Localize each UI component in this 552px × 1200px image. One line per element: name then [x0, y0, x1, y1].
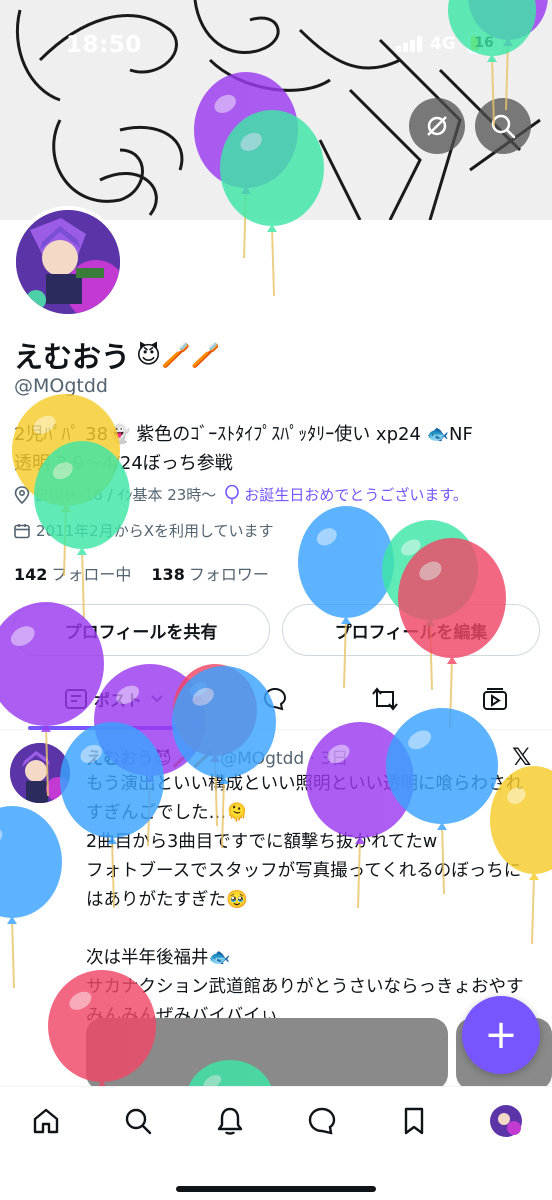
calendar-icon — [14, 523, 30, 538]
profile-avatar-icon — [490, 1105, 522, 1137]
location-pin-icon — [14, 485, 30, 504]
posts-icon — [64, 689, 87, 709]
profile-bio: 2児ﾊﾟﾊﾟ 38👻 紫色のｺﾞｰｽﾄﾀｲﾌﾟｽﾊﾟｯﾀﾘｰ使い xp24 🐟N… — [14, 420, 544, 478]
tab-posts-label: ポスト — [93, 691, 142, 710]
balloon-icon — [225, 484, 240, 504]
followers-count: 138 — [151, 565, 185, 584]
joined-date: 2011年2月からXを利用しています — [14, 520, 274, 541]
bookmark-icon — [404, 1107, 424, 1135]
bio-line-2: 透明 3.9〜4/24ぼっち参戦 — [14, 453, 233, 474]
nav-home[interactable] — [26, 1101, 66, 1141]
display-name: えむおう 😈🪥🪥 — [14, 334, 221, 376]
balloon-icon — [298, 506, 394, 689]
nav-messages[interactable] — [302, 1101, 342, 1141]
search-icon — [125, 1108, 152, 1135]
profile-avatar[interactable] — [12, 206, 124, 318]
followers-label: フォロワー — [188, 565, 269, 584]
post-image-1[interactable] — [86, 1018, 448, 1090]
post-handle-time: @MOgtdd · 3日 — [220, 749, 349, 769]
edit-profile-button[interactable]: プロフィールを編集 — [282, 604, 540, 656]
chat-icon — [263, 687, 287, 711]
user-handle: @MOgtdd — [14, 375, 108, 397]
profile-tabs: ポスト — [0, 668, 552, 730]
nav-notifications[interactable] — [210, 1101, 250, 1141]
follow-stats: 142 フォロー中 138 フォロワー — [14, 561, 269, 585]
post-avatar[interactable] — [10, 743, 70, 803]
nav-search[interactable] — [118, 1101, 158, 1141]
tab-posts[interactable]: ポスト — [28, 668, 200, 730]
tab-videos[interactable] — [470, 668, 520, 730]
search-button[interactable] — [475, 98, 531, 154]
following-label: フォロー中 — [51, 565, 132, 584]
incognito-icon — [427, 116, 447, 136]
nav-profile[interactable] — [486, 1101, 526, 1141]
nav-bookmarks[interactable] — [394, 1101, 434, 1141]
display-name-emojis: 😈🪥🪥 — [136, 341, 221, 369]
status-time: 18:50 — [66, 32, 142, 58]
battery-icon: 16 — [467, 32, 501, 54]
x-logo-icon: 𝕏 — [512, 743, 532, 771]
profile-meta: 日曜休 16 / ｲﾝ基本 23時〜 お誕生日おめでとうございます。 — [14, 484, 468, 505]
tab-reposts[interactable] — [360, 668, 410, 730]
video-icon — [483, 688, 507, 710]
bio-line-1: 2児ﾊﾟﾊﾟ 38👻 紫色のｺﾞｰｽﾄﾀｲﾌﾟｽﾊﾟｯﾀﾘｰ使い xp24 🐟N… — [14, 424, 473, 445]
profile-location: 日曜休 16 / ｲﾝ基本 23時〜 — [34, 486, 217, 504]
followers-link[interactable]: 138 フォロワー — [151, 561, 268, 585]
repost-icon — [372, 687, 398, 711]
following-count: 142 — [14, 565, 48, 584]
post-header: えむおう😈🪥🪥 @MOgtdd · 3日 — [86, 744, 348, 769]
home-indicator — [176, 1186, 376, 1192]
chat-icon — [308, 1107, 336, 1135]
network-type: 4G — [430, 34, 456, 54]
incognito-button[interactable] — [409, 98, 465, 154]
bottom-navigation — [0, 1086, 552, 1200]
joined-text: 2011年2月からXを利用しています — [36, 522, 274, 540]
birthday-text: お誕生日おめでとうございます。 — [244, 486, 468, 504]
share-profile-button[interactable]: プロフィールを共有 — [12, 604, 270, 656]
post-author: えむおう😈🪥🪥 — [86, 749, 215, 769]
display-name-text: えむおう — [14, 340, 131, 374]
signal-icon — [396, 36, 424, 52]
tab-replies[interactable] — [250, 668, 300, 730]
tab-active-indicator — [28, 726, 200, 730]
status-bar: 18:50 4G 16 — [0, 0, 552, 90]
compose-post-button[interactable]: + — [462, 996, 540, 1074]
chevron-down-icon — [151, 695, 163, 703]
post-text[interactable]: もう演出といい構成といい照明といい透明に喰らわされすぎんごでした…🫠 2曲目から… — [86, 770, 538, 1031]
home-icon — [33, 1108, 59, 1134]
search-icon — [491, 114, 516, 139]
battery-level: 16 — [474, 35, 494, 51]
balloon-icon — [0, 806, 62, 989]
bell-icon — [217, 1107, 243, 1135]
birthday-message[interactable]: お誕生日おめでとうございます。 — [224, 484, 468, 505]
following-link[interactable]: 142 フォロー中 — [14, 561, 131, 585]
